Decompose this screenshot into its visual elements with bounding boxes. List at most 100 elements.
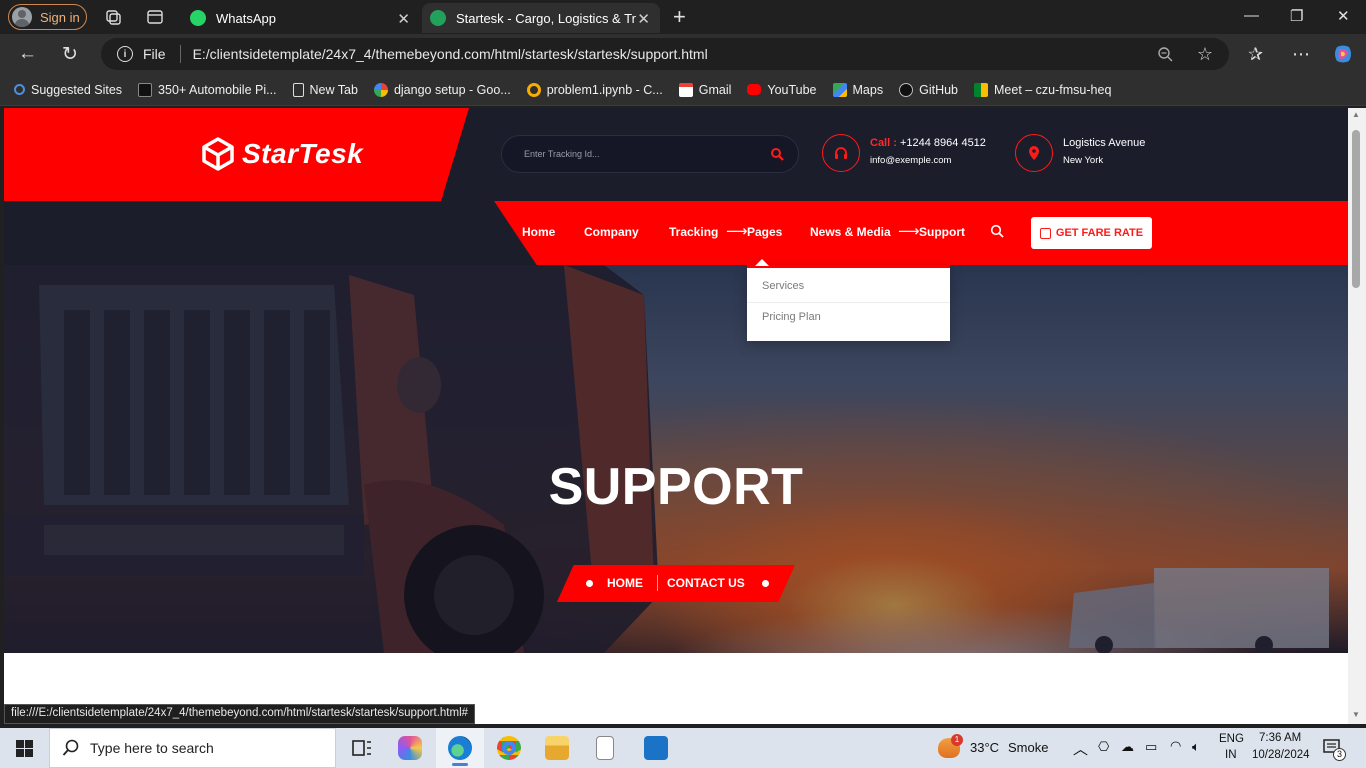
bookmark-github[interactable]: GitHub	[899, 82, 958, 97]
clock-date[interactable]: 10/28/2024	[1252, 749, 1310, 761]
bookmark-meet[interactable]: Meet – czu-fmsu-heq	[974, 82, 1111, 97]
logo-text: StarTesk	[242, 138, 364, 169]
copilot-taskbar-icon[interactable]	[398, 736, 422, 760]
clock-time[interactable]: 7:36 AM	[1259, 732, 1301, 744]
bookmark-maps[interactable]: Maps	[832, 82, 883, 97]
scrollbar-thumb[interactable]	[1352, 130, 1360, 288]
scroll-up-icon[interactable]: ▲	[1352, 110, 1360, 119]
dot-icon	[762, 580, 769, 587]
browser-tab-bar: Sign in WhatsApp ✕ Startesk - Cargo, Log…	[0, 0, 1366, 34]
breadcrumb: HOME CONTACT US	[557, 565, 795, 602]
weather-temp[interactable]: 33°C	[970, 740, 999, 755]
back-arrow-icon[interactable]: ←	[18, 43, 37, 65]
bookmark-suggested-sites[interactable]: Suggested Sites	[14, 83, 122, 97]
scroll-down-icon[interactable]: ▼	[1352, 710, 1360, 719]
file-label: File	[143, 46, 166, 62]
more-menu-icon[interactable]: ⋯	[1292, 44, 1310, 65]
email-text[interactable]: info@exemple.com	[870, 155, 951, 166]
restore-icon[interactable]: ❐	[1290, 7, 1303, 25]
gmail-icon	[678, 82, 693, 97]
onedrive-icon[interactable]: ☁	[1121, 739, 1134, 755]
windows-taskbar: Type here to search 1 33°C Smoke ︿ ⎔ ☁ ▭…	[0, 728, 1366, 768]
page-viewport: StarTesk Call : +1244 8964 4512 info@exe…	[4, 108, 1348, 724]
weather-condition[interactable]: Smoke	[1008, 740, 1048, 755]
windows-start-icon[interactable]	[16, 740, 33, 757]
copilot-icon[interactable]	[1332, 43, 1354, 65]
search-icon	[14, 84, 25, 95]
chrome-icon[interactable]	[497, 736, 521, 760]
headphone-icon	[822, 134, 860, 172]
nav-news-media[interactable]: News & Media	[810, 225, 891, 239]
location-pin-icon	[1015, 134, 1053, 172]
bookmark-colab[interactable]: problem1.ipynb - C...	[526, 82, 663, 97]
meet-icon	[974, 82, 988, 97]
volume-icon[interactable]: 🔈︎	[1192, 739, 1200, 755]
file-explorer-icon[interactable]	[545, 736, 569, 760]
dropdown-item-pricing-plan[interactable]: Pricing Plan	[762, 311, 821, 323]
page-icon	[292, 82, 304, 97]
url-text[interactable]: E:/clientsidetemplate/24x7_4/themebeyond…	[193, 46, 708, 62]
tab-actions-icon[interactable]	[146, 8, 164, 26]
language-line1[interactable]: ENG	[1219, 733, 1244, 745]
nav-support[interactable]: Support	[919, 225, 965, 239]
address-line1: Logistics Avenue	[1063, 137, 1146, 149]
minimize-icon[interactable]: —	[1244, 7, 1259, 24]
phone-line: Call : +1244 8964 4512	[870, 137, 986, 149]
bookmark-gmail[interactable]: Gmail	[678, 82, 731, 97]
bookmark-new-tab[interactable]: New Tab	[292, 82, 358, 97]
nav-company[interactable]: Company	[584, 225, 639, 239]
window-close-icon[interactable]: ✕	[1337, 7, 1350, 25]
language-line2[interactable]: IN	[1225, 749, 1237, 761]
dropdown-item-services[interactable]: Services	[762, 280, 804, 292]
profile-avatar-icon	[12, 7, 32, 27]
taskbar-search[interactable]: Type here to search	[49, 728, 336, 768]
colab-icon	[526, 82, 541, 97]
get-fare-rate-button[interactable]: GET FARE RATE	[1031, 217, 1152, 249]
bookmark-django-setup[interactable]: django setup - Goo...	[373, 82, 511, 97]
taskbar-search-placeholder: Type here to search	[90, 740, 214, 756]
info-icon[interactable]: i	[117, 46, 133, 62]
breadcrumb-current[interactable]: CONTACT US	[667, 576, 745, 590]
task-view-icon[interactable]	[350, 736, 374, 760]
battery-icon[interactable]: ▭	[1145, 739, 1157, 755]
wifi-icon[interactable]: ◠	[1170, 738, 1181, 754]
whatsapp-icon	[190, 10, 206, 26]
hero-banner: HOME CONTACT US SUPPORT	[4, 265, 1348, 653]
meet-now-icon[interactable]: ⎔	[1098, 739, 1109, 755]
close-icon[interactable]: ✕	[397, 10, 410, 28]
notepad-icon[interactable]	[596, 736, 614, 760]
breadcrumb-home[interactable]: HOME	[607, 576, 643, 590]
google-icon	[373, 82, 388, 97]
breadcrumb-divider	[657, 575, 658, 591]
refresh-icon[interactable]: ↻	[62, 43, 78, 66]
edge-icon[interactable]	[448, 736, 472, 760]
new-tab-plus-icon[interactable]: +	[673, 4, 686, 30]
show-hidden-icons-chevron-icon[interactable]: ︿	[1073, 738, 1088, 759]
tab-whatsapp[interactable]: WhatsApp ✕	[180, 3, 420, 33]
mail-icon[interactable]	[644, 736, 668, 760]
tracking-id-input[interactable]	[524, 149, 754, 159]
tab-startesk[interactable]: Startesk - Cargo, Logistics & Transport …	[422, 3, 660, 33]
sign-in-button[interactable]: Sign in	[8, 4, 87, 30]
nav-tracking[interactable]: Tracking	[669, 225, 718, 239]
arrow-right-icon: ⟶	[726, 223, 748, 240]
search-icon[interactable]	[770, 147, 784, 161]
url-field[interactable]: i File E:/clientsidetemplate/24x7_4/them…	[101, 38, 1229, 70]
site-logo[interactable]: StarTesk	[200, 136, 363, 172]
bookmark-youtube[interactable]: YouTube	[747, 83, 817, 97]
nav-pages[interactable]: Pages	[747, 225, 782, 239]
call-label: Call :	[870, 137, 897, 149]
close-icon[interactable]: ✕	[637, 10, 650, 28]
workspaces-icon[interactable]	[104, 8, 122, 26]
nav-home[interactable]: Home	[522, 225, 555, 239]
calendar-icon	[1039, 227, 1051, 239]
bookmark-automobile[interactable]: 350+ Automobile Pi...	[138, 82, 277, 97]
page-scrollbar[interactable]: ▲ ▼	[1348, 108, 1366, 724]
phone-number[interactable]: +1244 8964 4512	[900, 137, 986, 149]
nav-search-icon[interactable]	[990, 224, 1004, 238]
favorites-icon[interactable]: ✰	[1248, 44, 1263, 65]
favorite-star-icon[interactable]: ☆	[1197, 44, 1213, 65]
zoom-icon[interactable]	[1157, 46, 1173, 62]
cube-logo-icon	[202, 137, 234, 171]
site-header: StarTesk Call : +1244 8964 4512 info@exe…	[4, 108, 1348, 265]
